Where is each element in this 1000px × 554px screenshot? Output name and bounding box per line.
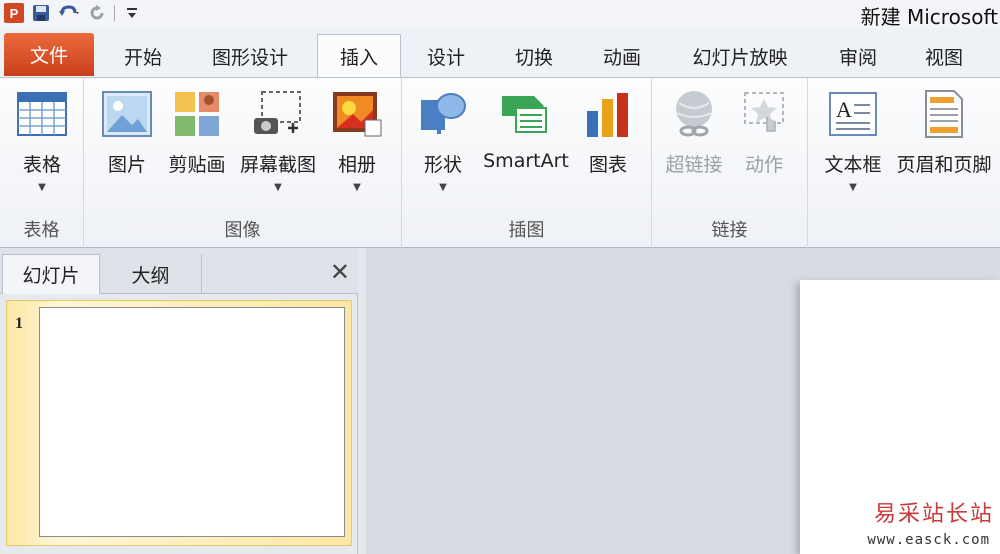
screenshot-button[interactable]: 屏幕截图 ▼ [234, 88, 322, 193]
tab-outline[interactable]: 大纲 [100, 254, 202, 294]
undo-icon[interactable] [58, 3, 80, 23]
tab-animations[interactable]: 动画 [584, 36, 660, 76]
hyperlink-button[interactable]: 超链接 [660, 88, 728, 177]
ribbon-panel: 表格 ▼ 表格 图片 剪贴画 屏幕截图 ▼ 相册 ▼ 图像 形状 ▼ Smart… [0, 78, 1000, 248]
smartart-button[interactable]: SmartArt [478, 88, 574, 172]
shapes-button[interactable]: 形状 ▼ [410, 88, 476, 193]
table-button[interactable]: 表格 ▼ [10, 88, 74, 193]
tab-slides[interactable]: 幻灯片 [2, 254, 100, 294]
table-icon [16, 88, 68, 140]
chart-icon [582, 88, 634, 140]
save-icon[interactable] [30, 3, 52, 23]
group-text: A 文本框 ▼ 页眉和页脚 [808, 78, 1000, 248]
group-images: 图片 剪贴画 屏幕截图 ▼ 相册 ▼ 图像 [84, 78, 402, 248]
tab-transitions[interactable]: 切换 [496, 36, 572, 76]
group-label-images: 图像 [224, 220, 261, 241]
textbox-button-label: 文本框 [824, 154, 882, 176]
svg-text:A: A [836, 97, 852, 122]
photo-album-icon [331, 88, 383, 140]
ribbon-tabs: 文件 开始 图形设计 插入 设计 切换 动画 幻灯片放映 审阅 视图 [0, 28, 1000, 78]
toolbar-separator [114, 5, 115, 21]
tab-design[interactable]: 设计 [408, 36, 484, 76]
picture-button[interactable]: 图片 [92, 88, 162, 177]
slides-pane-tabs: 幻灯片 大纲 ✕ [0, 248, 358, 294]
slide-thumbnail[interactable] [39, 307, 345, 537]
chart-button-label: 图表 [588, 154, 627, 176]
action-icon [738, 88, 790, 140]
tab-review[interactable]: 审阅 [820, 36, 896, 76]
chevron-down-icon: ▼ [849, 182, 857, 193]
slide-thumbnail-item[interactable]: 1 [6, 300, 352, 546]
header-footer-button[interactable]: 页眉和页脚 [890, 88, 998, 177]
tab-shape-design[interactable]: 图形设计 [194, 36, 306, 76]
smartart-button-label: SmartArt [483, 150, 569, 172]
chevron-down-icon: ▼ [439, 182, 447, 193]
watermark-url: www.easck.com [867, 532, 990, 548]
shapes-button-label: 形状 [423, 154, 462, 176]
tab-home[interactable]: 开始 [100, 36, 186, 76]
chevron-down-icon: ▼ [274, 182, 282, 193]
redo-icon[interactable] [86, 3, 108, 23]
clipart-button[interactable]: 剪贴画 [164, 88, 230, 177]
chart-button[interactable]: 图表 [578, 88, 638, 177]
slides-pane: 幻灯片 大纲 ✕ 1 [0, 248, 358, 554]
slide-number: 1 [15, 315, 23, 332]
picture-icon [101, 88, 153, 140]
hyperlink-icon [668, 88, 720, 140]
tab-insert[interactable]: 插入 [317, 34, 401, 77]
chevron-down-icon: ▼ [38, 182, 46, 193]
smartart-icon [500, 88, 552, 140]
textbox-button[interactable]: A 文本框 ▼ [814, 88, 892, 193]
photo-album-button[interactable]: 相册 ▼ [326, 88, 388, 193]
photo-album-button-label: 相册 [337, 154, 376, 176]
table-button-label: 表格 [22, 154, 61, 176]
hyperlink-button-label: 超链接 [665, 154, 723, 176]
title-bar: P 新建 Microsoft [0, 0, 1000, 29]
powerpoint-app-icon[interactable]: P [4, 3, 24, 23]
tab-view[interactable]: 视图 [906, 36, 982, 76]
group-label-links: 链接 [711, 220, 748, 241]
watermark-text: 易采站长站 [873, 502, 994, 527]
group-tables: 表格 ▼ 表格 [0, 78, 84, 248]
picture-button-label: 图片 [107, 154, 146, 176]
textbox-icon: A [827, 88, 879, 140]
group-links: 超链接 动作 链接 [652, 78, 808, 248]
header-footer-icon [918, 88, 970, 140]
clipart-icon [171, 88, 223, 140]
group-label-tables: 表格 [23, 220, 60, 241]
shapes-icon [417, 88, 469, 140]
tab-file[interactable]: 文件 [4, 33, 94, 76]
header-footer-button-label: 页眉和页脚 [896, 154, 992, 176]
window-title: 新建 Microsoft [860, 5, 998, 29]
tab-slideshow[interactable]: 幻灯片放映 [674, 36, 806, 76]
screenshot-button-label: 屏幕截图 [239, 154, 316, 176]
screenshot-icon [252, 88, 304, 140]
group-label-illustrations: 插图 [508, 220, 545, 241]
chevron-down-icon: ▼ [353, 182, 361, 193]
action-button-label: 动作 [744, 154, 783, 176]
clipart-button-label: 剪贴画 [168, 154, 226, 176]
customize-toolbar-icon[interactable] [121, 3, 143, 23]
group-illustrations: 形状 ▼ SmartArt 图表 插图 [402, 78, 652, 248]
quick-access-toolbar: P [4, 2, 143, 24]
close-icon[interactable]: ✕ [330, 258, 350, 286]
action-button[interactable]: 动作 [732, 88, 796, 177]
